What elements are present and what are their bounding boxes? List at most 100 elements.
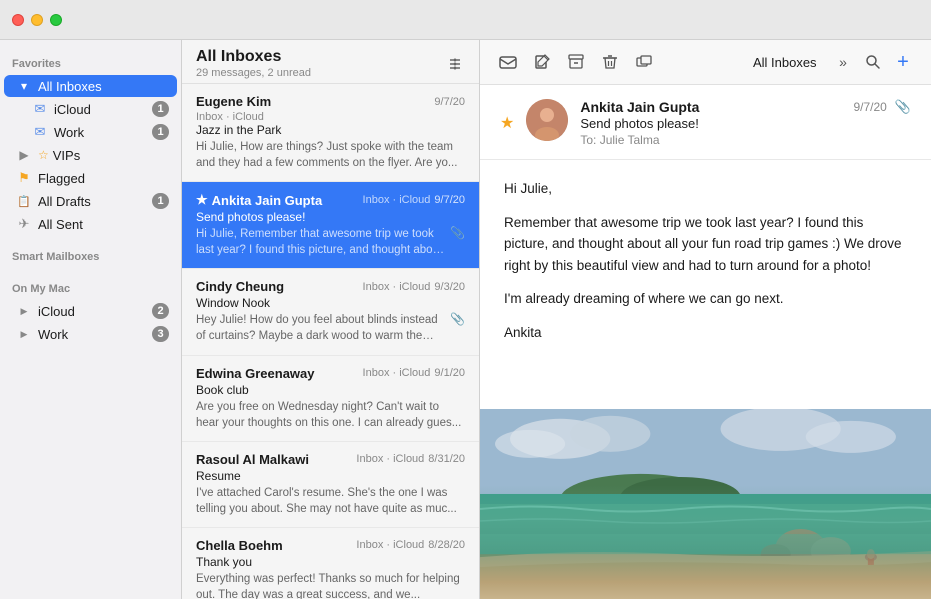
email-source: Inbox · iCloud bbox=[363, 281, 431, 293]
sidebar-item-icloud-section[interactable]: ▶ iCloud 2 bbox=[4, 300, 177, 322]
sidebar-item-label: All Inboxes bbox=[38, 79, 169, 94]
filter-button[interactable] bbox=[441, 50, 469, 78]
email-sender: Eugene Kim bbox=[196, 94, 271, 109]
email-list-panel: All Inboxes 29 messages, 2 unread bbox=[182, 40, 480, 599]
email-item[interactable]: Edwina Greenaway Inbox · iCloud 9/1/20 B… bbox=[182, 356, 479, 442]
email-subject: Thank you bbox=[196, 555, 465, 569]
email-date: 9/7/20 bbox=[434, 194, 465, 206]
sidebar-item-all-drafts[interactable]: 📋 All Drafts 1 bbox=[4, 190, 177, 212]
email-subject: Send photos please! bbox=[196, 210, 465, 224]
email-source: Inbox · iCloud bbox=[363, 194, 431, 206]
favorites-section-label: Favorites bbox=[0, 48, 181, 74]
email-list-header-area: All Inboxes 29 messages, 2 unread bbox=[182, 40, 479, 84]
email-subject: Jazz in the Park bbox=[196, 123, 465, 137]
sidebar-section-work-label: Work bbox=[38, 327, 68, 342]
sidebar-item-label: All Sent bbox=[38, 217, 169, 232]
detail-sender: Ankita Jain Gupta bbox=[580, 99, 699, 115]
attachment-indicator: 📎 bbox=[895, 99, 911, 115]
email-preview: Hey Julie! How do you feel about blinds … bbox=[196, 312, 450, 344]
email-date: 8/31/20 bbox=[428, 453, 465, 465]
delete-button[interactable] bbox=[596, 48, 624, 76]
mail-icon: ✉ bbox=[32, 101, 48, 117]
attachment-icon: 📎 bbox=[450, 226, 465, 240]
sidebar-item-all-sent[interactable]: ✈ All Sent bbox=[4, 213, 177, 235]
minimize-button[interactable] bbox=[31, 14, 43, 26]
body-greeting: Hi Julie, bbox=[504, 178, 907, 200]
body-signature: Ankita bbox=[504, 322, 907, 344]
detail-to: To: Julie Talma bbox=[580, 133, 911, 147]
email-sender: Cindy Cheung bbox=[196, 279, 284, 294]
on-my-mac-section-label: On My Mac bbox=[0, 273, 181, 299]
add-button[interactable]: + bbox=[889, 48, 917, 76]
email-preview: Hi Julie, How are things? Just spoke wit… bbox=[196, 139, 465, 171]
email-preview: I've attached Carol's resume. She's the … bbox=[196, 485, 465, 517]
smart-mailboxes-section-label: Smart Mailboxes bbox=[0, 241, 181, 267]
more-button[interactable]: » bbox=[829, 48, 857, 76]
fullscreen-button[interactable] bbox=[50, 14, 62, 26]
email-sender: Edwina Greenaway bbox=[196, 366, 315, 381]
archive-icon bbox=[568, 54, 584, 70]
email-subject: Book club bbox=[196, 383, 465, 397]
sidebar-item-work-section[interactable]: ▶ Work 3 bbox=[4, 323, 177, 345]
email-preview: Hi Julie, Remember that awesome trip we … bbox=[196, 226, 450, 258]
detail-toolbar: All Inboxes » + bbox=[480, 40, 931, 85]
email-body: Hi Julie, Remember that awesome trip we … bbox=[480, 160, 931, 409]
email-item[interactable]: Rasoul Al Malkawi Inbox · iCloud 8/31/20… bbox=[182, 442, 479, 528]
email-date: 9/1/20 bbox=[434, 367, 465, 379]
email-detail-meta: Ankita Jain Gupta 9/7/20 📎 Send photos p… bbox=[580, 99, 911, 147]
star-icon[interactable]: ★ bbox=[500, 113, 514, 133]
chevron-icon: ▾ bbox=[16, 78, 32, 94]
email-date: 9/7/20 bbox=[434, 96, 465, 108]
traffic-lights bbox=[12, 14, 62, 26]
sidebar-item-label: Flagged bbox=[38, 171, 169, 186]
move-icon bbox=[636, 54, 652, 70]
icloud-badge: 1 bbox=[152, 101, 169, 117]
email-item[interactable]: ★ Ankita Jain Gupta Inbox · iCloud 9/7/2… bbox=[182, 182, 479, 269]
email-detail-header: ★ Ankita Jain Gupta 9/7/20 📎 bbox=[480, 85, 931, 160]
sidebar-item-vips[interactable]: ▶ ☆ VIPs bbox=[4, 144, 177, 166]
close-button[interactable] bbox=[12, 14, 24, 26]
email-sender: Chella Boehm bbox=[196, 538, 283, 553]
email-subject: Resume bbox=[196, 469, 465, 483]
draft-icon: 📋 bbox=[16, 193, 32, 209]
sidebar-item-flagged[interactable]: ⚑ Flagged bbox=[4, 167, 177, 189]
filter-icon bbox=[447, 56, 463, 72]
sidebar-section-icloud-label: iCloud bbox=[38, 304, 75, 319]
body-next: I'm already dreaming of where we can go … bbox=[504, 288, 907, 310]
star-icon: ▶ bbox=[16, 147, 32, 163]
mail-icon: ✉ bbox=[32, 124, 48, 140]
sidebar-item-label: All Drafts bbox=[38, 194, 152, 209]
sidebar-item-work-favorite[interactable]: ✉ Work 1 bbox=[20, 121, 177, 143]
attachment-icon: 📎 bbox=[450, 312, 465, 326]
body-paragraph: Remember that awesome trip we took last … bbox=[504, 212, 907, 277]
app-body: Favorites ▾ All Inboxes ✉ iCloud 1 ✉ Wor… bbox=[0, 40, 931, 599]
detail-panel-title: All Inboxes bbox=[747, 55, 824, 70]
chevron-icon: ▶ bbox=[16, 326, 32, 342]
compose-button[interactable] bbox=[528, 48, 556, 76]
titlebar bbox=[0, 0, 931, 40]
email-item[interactable]: Chella Boehm Inbox · iCloud 8/28/20 Than… bbox=[182, 528, 479, 599]
email-item[interactable]: Cindy Cheung Inbox · iCloud 9/3/20 Windo… bbox=[182, 269, 479, 355]
archive-button[interactable] bbox=[562, 48, 590, 76]
toolbar-right: » + bbox=[829, 48, 917, 76]
sidebar-item-icloud[interactable]: ✉ iCloud 1 bbox=[20, 98, 177, 120]
search-button[interactable] bbox=[859, 48, 887, 76]
sent-icon: ✈ bbox=[16, 216, 32, 232]
email-item[interactable]: Eugene Kim 9/7/20 Inbox · iCloud Jazz in… bbox=[182, 84, 479, 182]
email-photo-attachment bbox=[480, 409, 931, 599]
chevron-icon: ▶ bbox=[16, 303, 32, 319]
email-list-title: All Inboxes bbox=[196, 48, 441, 66]
detail-date: 9/7/20 📎 bbox=[853, 99, 911, 115]
sidebar-item-all-inboxes[interactable]: ▾ All Inboxes bbox=[4, 75, 177, 97]
email-source: Inbox · iCloud bbox=[363, 367, 431, 379]
flag-icon: ⚑ bbox=[16, 170, 32, 186]
get-mail-icon bbox=[499, 54, 517, 70]
email-source: Inbox · iCloud bbox=[356, 539, 424, 551]
email-source: Inbox · iCloud bbox=[196, 111, 264, 123]
sidebar-item-label: iCloud bbox=[54, 102, 152, 117]
move-button[interactable] bbox=[630, 48, 658, 76]
get-mail-button[interactable] bbox=[494, 48, 522, 76]
work-section-badge: 3 bbox=[152, 326, 169, 342]
email-list-subtitle: 29 messages, 2 unread bbox=[196, 67, 441, 79]
email-detail-panel: All Inboxes » + ★ bbox=[480, 40, 931, 599]
